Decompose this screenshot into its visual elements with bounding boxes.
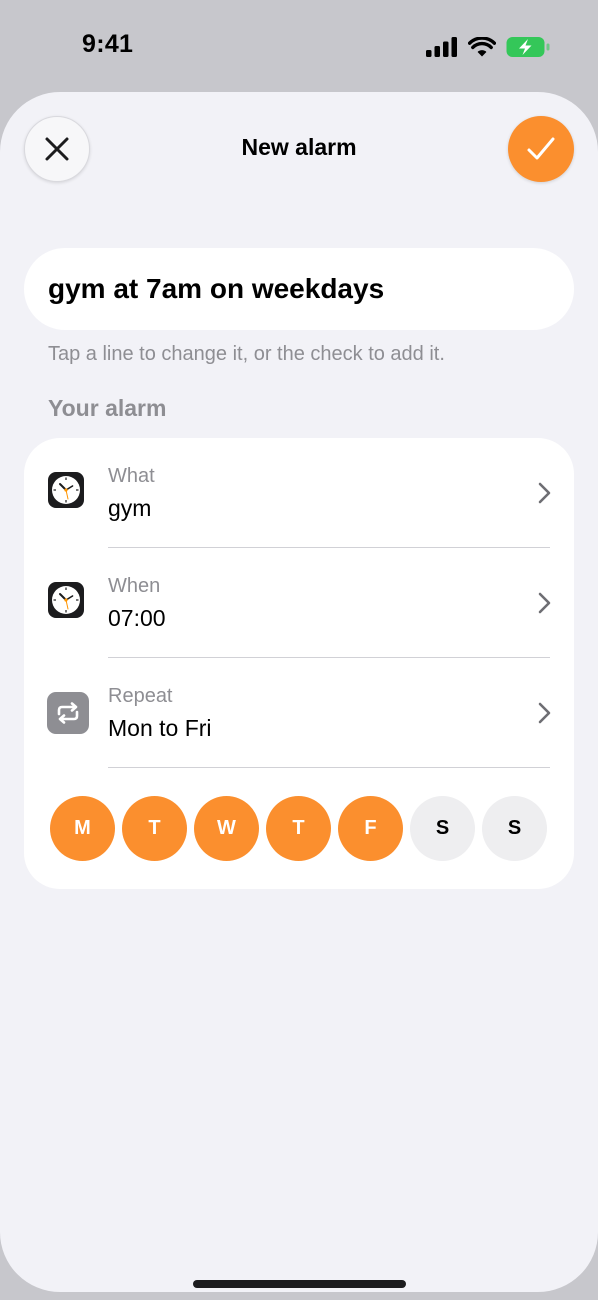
repeat-icon <box>47 692 89 734</box>
wifi-icon <box>468 37 496 57</box>
day-toggle-tuesday[interactable]: T <box>122 796 187 861</box>
day-toggle-saturday[interactable]: S <box>410 796 475 861</box>
confirm-button[interactable] <box>508 116 574 182</box>
row-repeat[interactable]: Repeat Mon to Fri <box>24 658 574 768</box>
row-when[interactable]: When 07:00 <box>24 548 574 658</box>
clock-icon <box>48 472 84 508</box>
clock-icon <box>48 582 84 618</box>
row-what[interactable]: What gym <box>24 438 574 548</box>
day-toggle-friday[interactable]: F <box>338 796 403 861</box>
row-value: Mon to Fri <box>108 715 212 741</box>
section-label: Your alarm <box>48 395 167 421</box>
chevron-right-icon <box>538 482 551 504</box>
checkmark-icon <box>527 137 555 160</box>
status-icons <box>426 36 550 58</box>
row-value: gym <box>108 495 152 521</box>
battery-charging-icon <box>506 37 550 57</box>
day-toggle-sunday[interactable]: S <box>482 796 547 861</box>
hint-text: Tap a line to change it, or the check to… <box>48 343 445 365</box>
new-alarm-sheet: New alarm gym at 7am on weekdays Tap a l… <box>0 92 598 1292</box>
day-toggle-wednesday[interactable]: W <box>194 796 259 861</box>
alarm-query-input[interactable]: gym at 7am on weekdays <box>24 248 574 330</box>
row-label: Repeat <box>108 685 173 707</box>
divider <box>108 767 550 768</box>
row-label: What <box>108 465 155 487</box>
chevron-right-icon <box>538 592 551 614</box>
home-indicator <box>193 1280 406 1288</box>
weekday-selector: M T W T F S S <box>50 796 550 862</box>
cellular-signal-icon <box>426 37 457 57</box>
alarm-details-card: What gym When 07:00 Repeat Mon to Fri M … <box>24 438 574 889</box>
row-value: 07:00 <box>108 605 166 631</box>
day-toggle-monday[interactable]: M <box>50 796 115 861</box>
status-bar: 9:41 <box>0 0 598 92</box>
row-label: When <box>108 575 161 597</box>
status-time: 9:41 <box>82 30 134 58</box>
day-toggle-thursday[interactable]: T <box>266 796 331 861</box>
chevron-right-icon <box>538 702 551 724</box>
